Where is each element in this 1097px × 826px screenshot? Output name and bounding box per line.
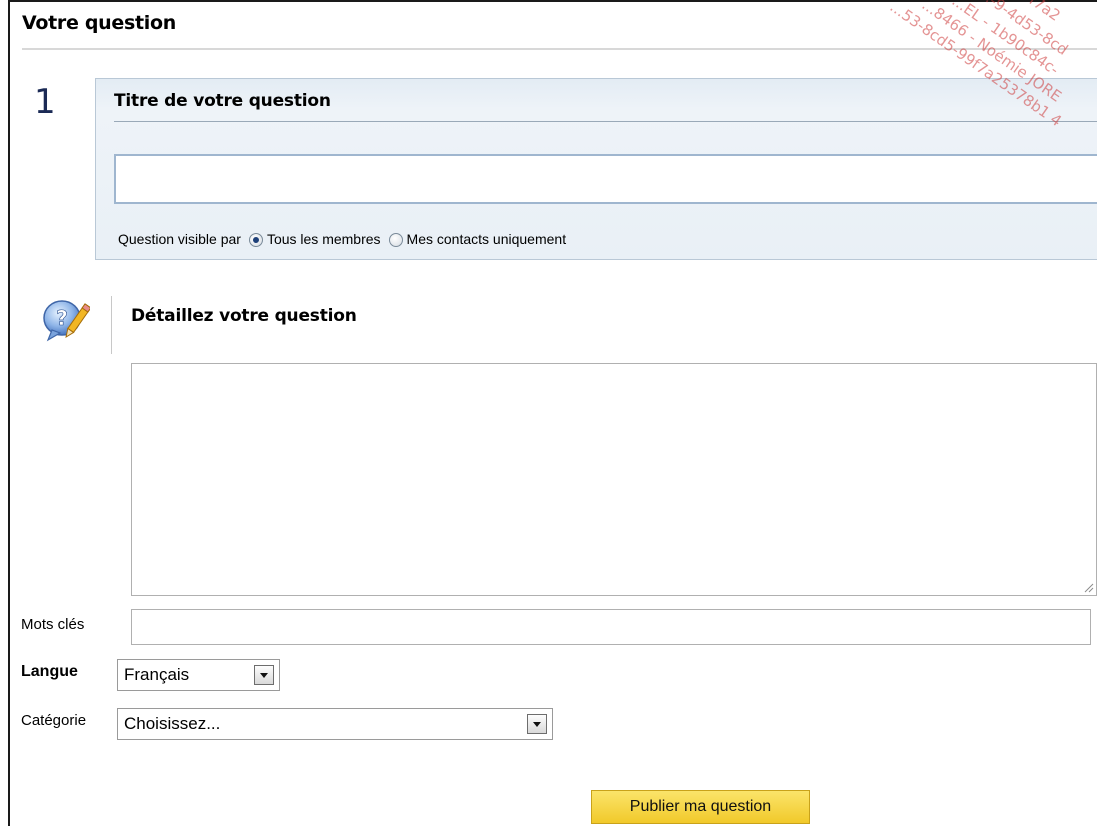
dropdown-arrow-icon[interactable] [254,665,274,685]
svg-text:?: ? [56,306,68,330]
question-title-section: Titre de votre question Question visible… [95,78,1097,260]
language-select[interactable]: Français [117,659,280,691]
dropdown-arrow-icon[interactable] [527,714,547,734]
section-divider [114,121,1097,122]
details-divider [111,296,112,354]
help-question-icon: ? [43,300,90,342]
page-title: Votre question [22,12,176,34]
publish-question-button[interactable]: Publier ma question [591,790,810,824]
panel-border-top [8,0,1097,2]
category-label: Catégorie [21,712,87,729]
question-title-input[interactable] [114,154,1097,204]
question-details-textarea[interactable] [131,363,1097,596]
visibility-option-contacts-only[interactable]: Mes contacts uniquement [407,231,567,247]
question-title-heading: Titre de votre question [114,91,331,111]
keywords-label: Mots clés [21,616,85,633]
watermark-line: ...-9-4d53-8cd [974,0,1072,59]
language-label: Langue [21,663,78,680]
language-selected-value: Français [124,665,190,684]
visibility-row: Question visible par Tous les membres Me… [118,231,566,247]
radio-unchecked-icon[interactable] [388,233,403,247]
step-number: 1 [34,82,56,122]
form-panel: Votre question 1 Titre de votre question… [0,0,1097,826]
watermark-line: ...EL - 1b90c84c- [948,0,1063,79]
category-select[interactable]: Choisissez... [117,708,553,740]
panel-border-left [8,0,10,826]
visibility-option-all-members[interactable]: Tous les membres [267,231,381,247]
title-divider [22,48,1097,50]
radio-checked-icon[interactable] [248,233,263,247]
category-selected-value: Choisissez... [124,714,221,733]
details-heading: Détaillez votre question [131,306,357,326]
resize-grip-icon[interactable] [1082,581,1094,593]
keywords-input[interactable] [131,609,1091,645]
visibility-label: Question visible par [118,231,241,247]
watermark-line: ...99f7a2 [997,0,1064,26]
